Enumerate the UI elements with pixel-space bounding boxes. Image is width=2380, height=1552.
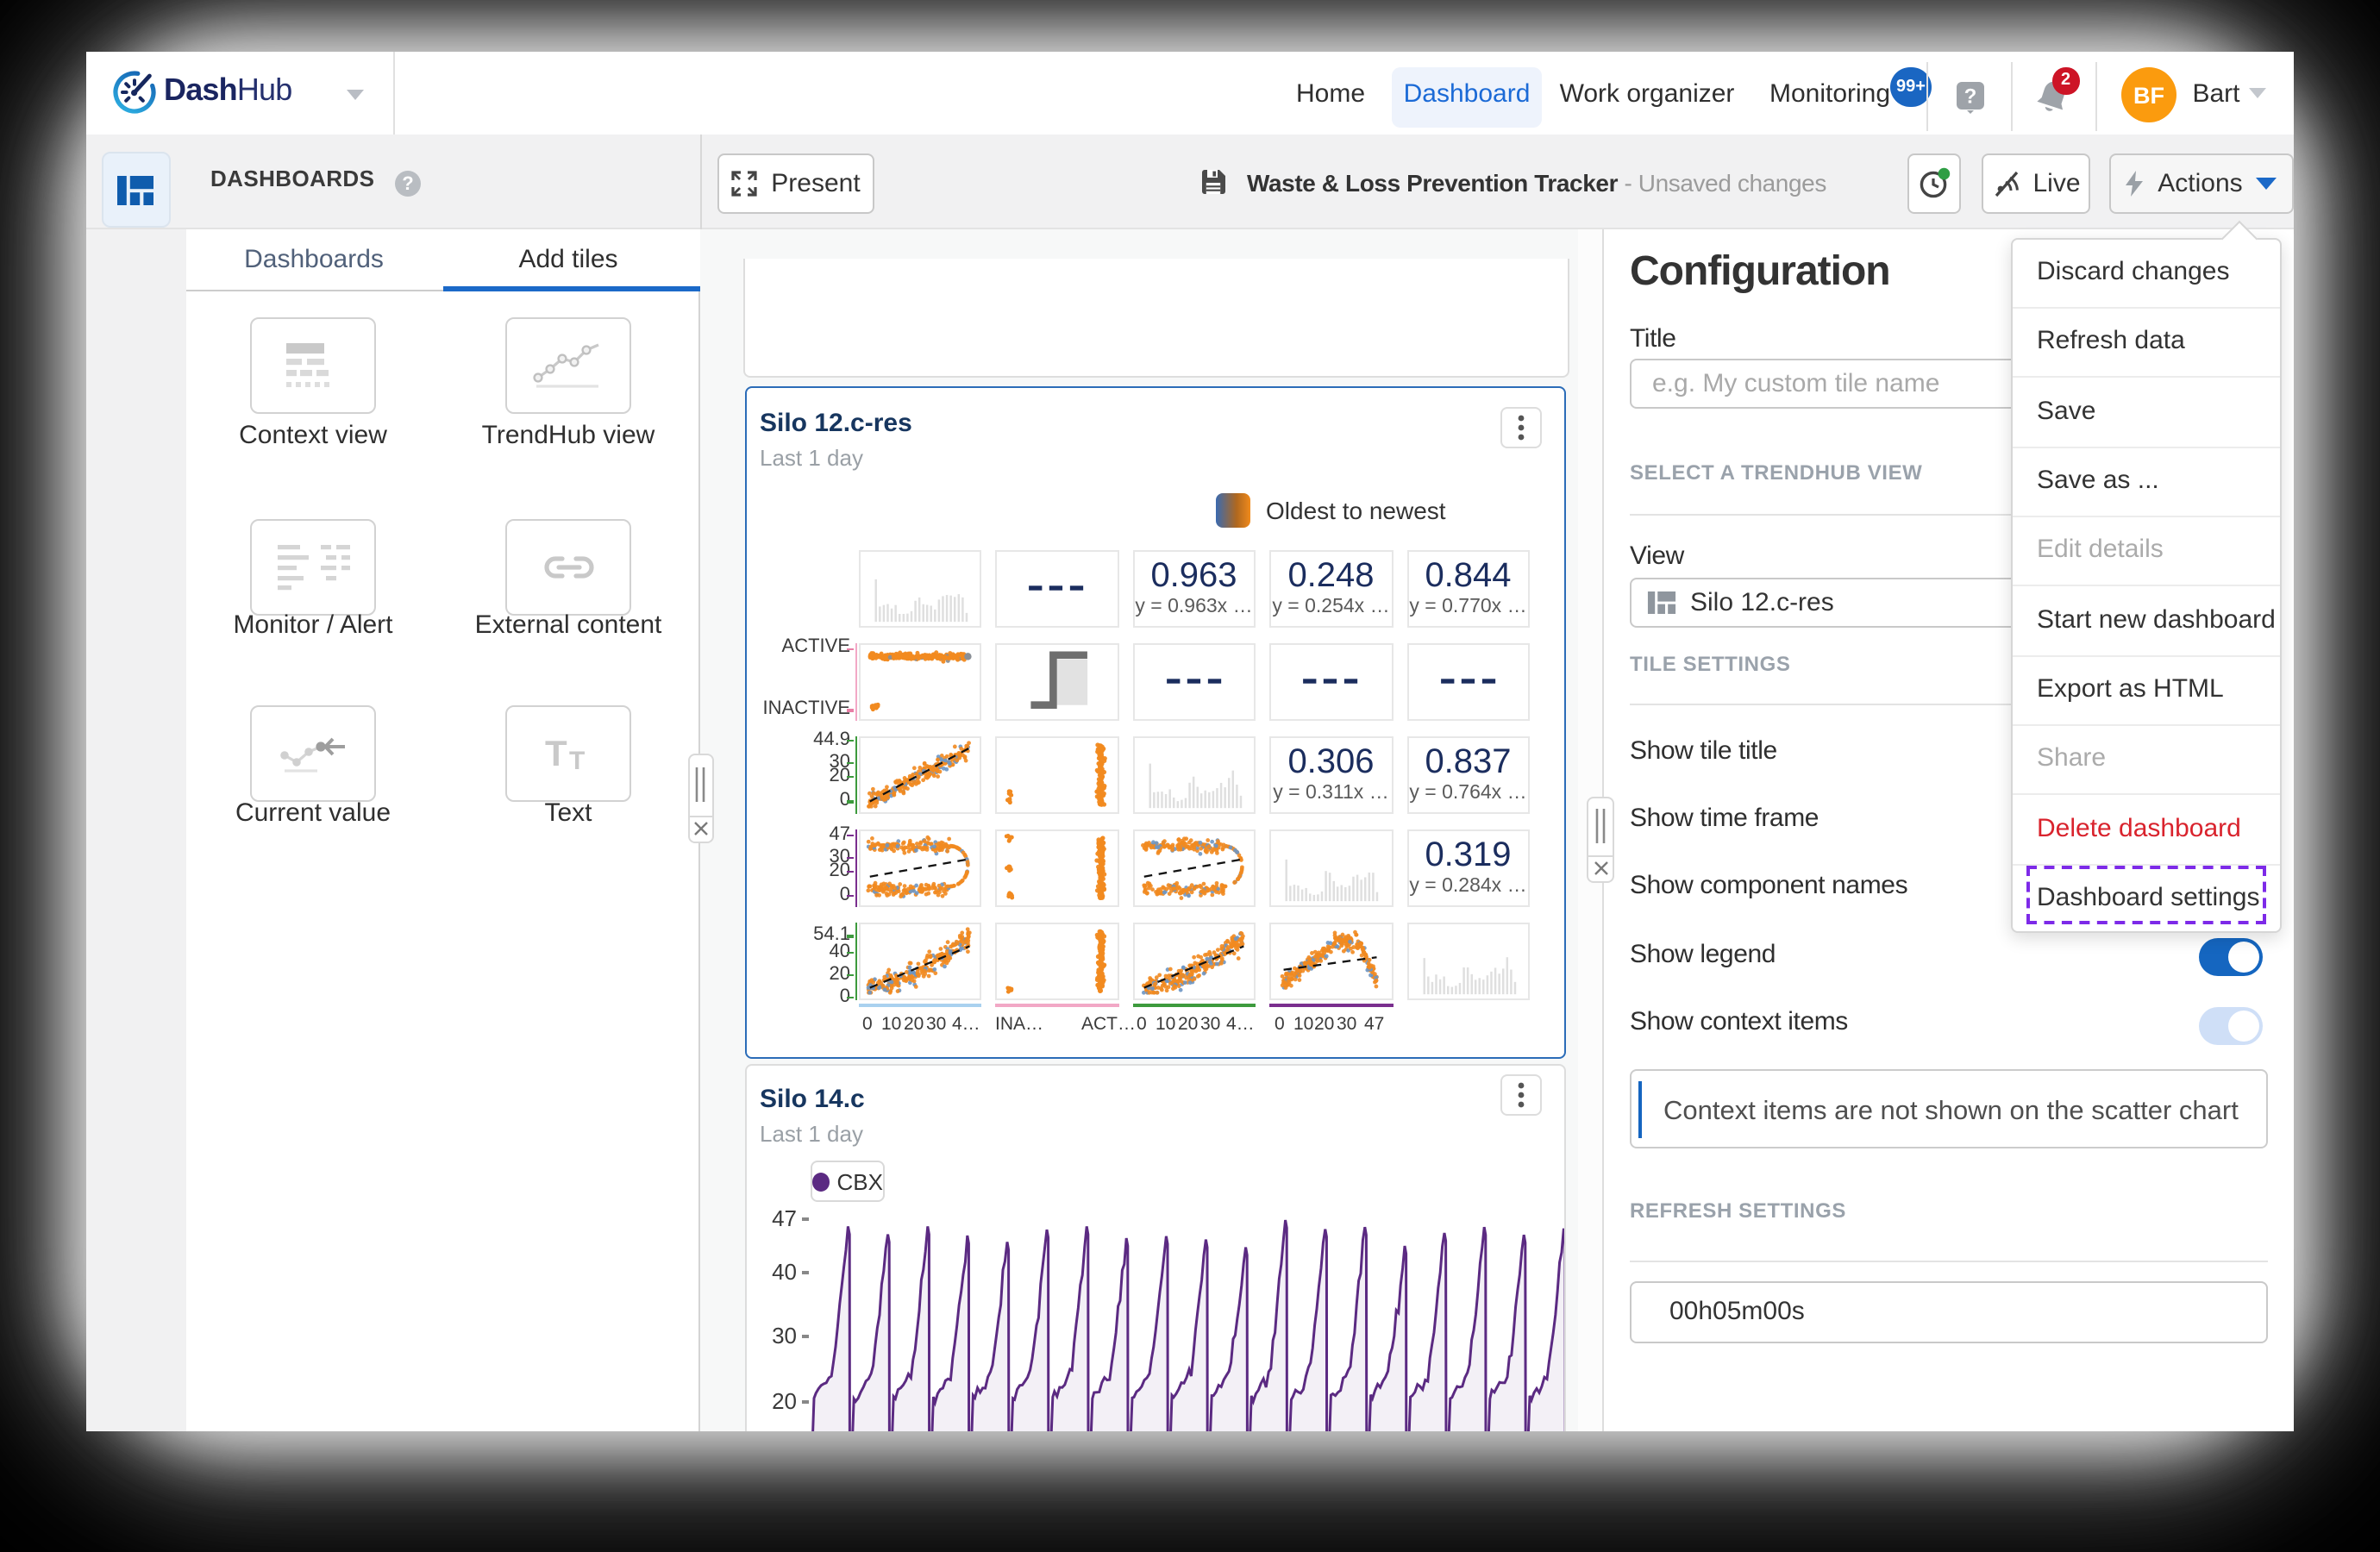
svg-text:?: ?	[1964, 85, 1977, 109]
svg-text:T: T	[568, 747, 584, 774]
svg-text:T: T	[544, 733, 567, 773]
